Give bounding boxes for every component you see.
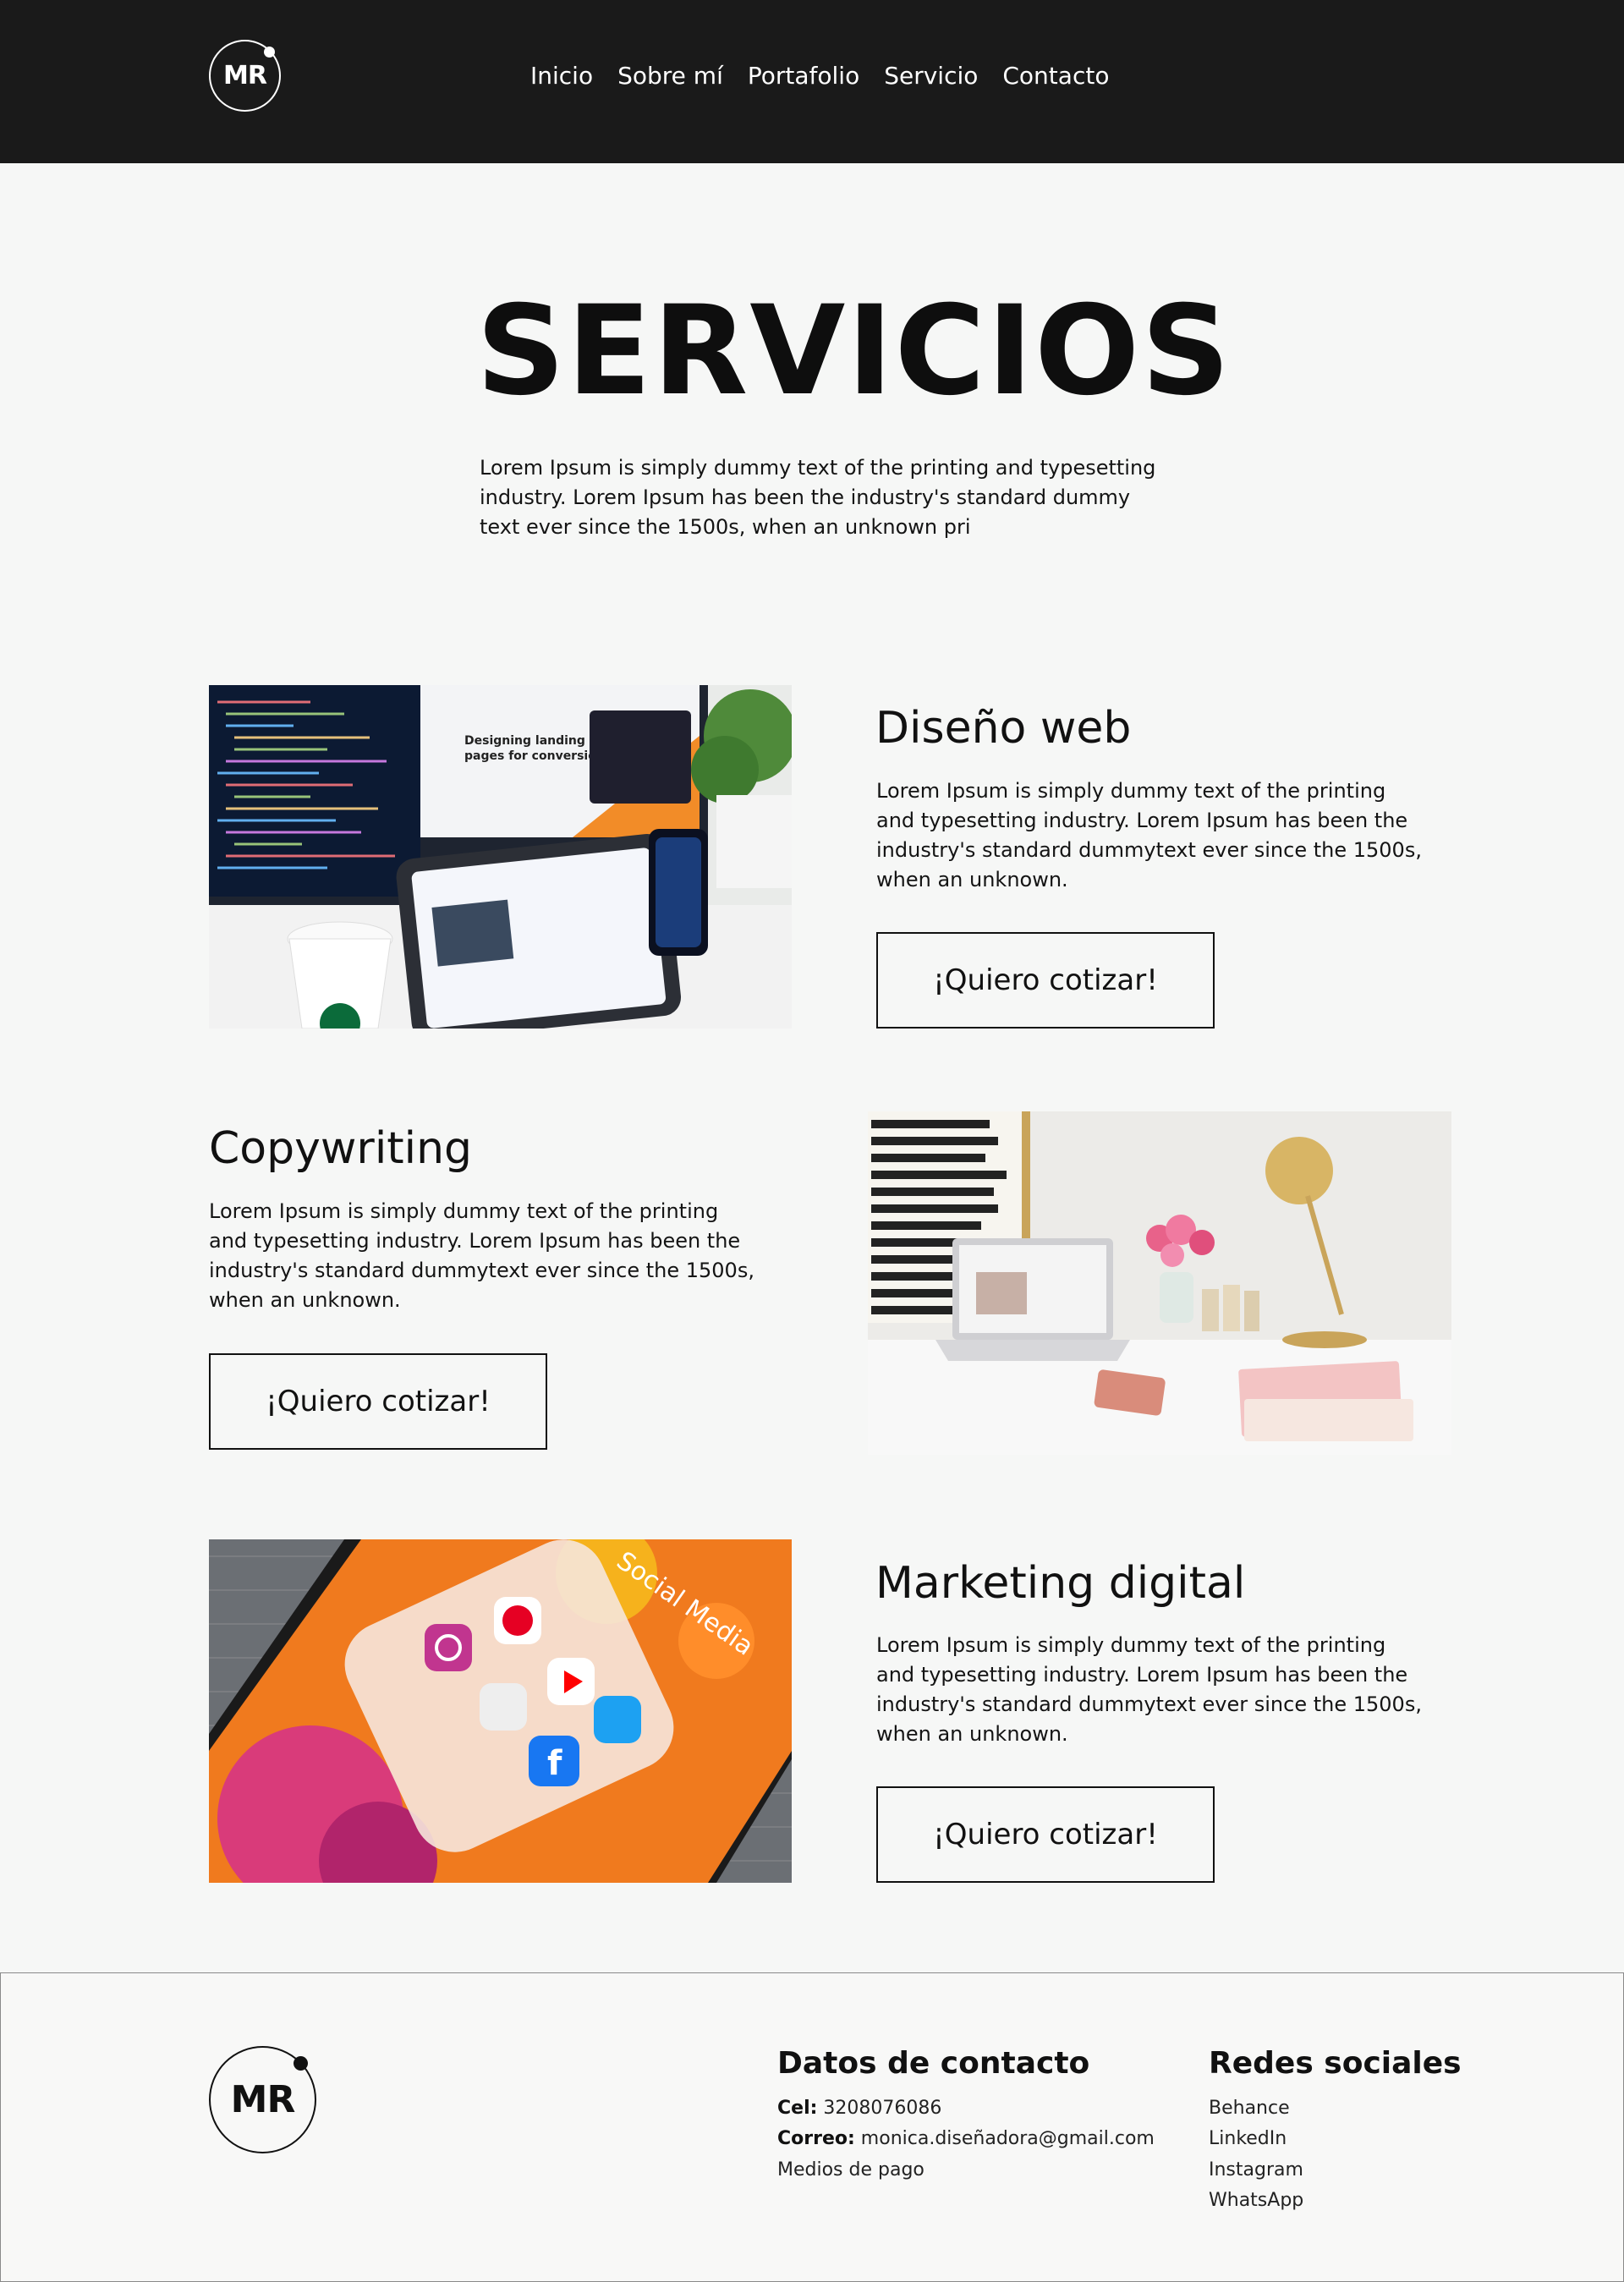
main-nav: Inicio Sobre mí Portafolio Servicio Cont… [530, 59, 1109, 93]
contact-heading: Datos de contacto [777, 2046, 1090, 2081]
nav-link-sobre-mi[interactable]: Sobre mí [617, 59, 723, 93]
contact-email: Correo: monica.diseñadora@gmail.com [777, 2126, 1155, 2152]
nav-link-inicio[interactable]: Inicio [530, 59, 593, 93]
nav-link-servicio[interactable]: Servicio [884, 59, 978, 93]
email-value[interactable]: monica.diseñadora@gmail.com [861, 2128, 1155, 2149]
payment-methods-link[interactable]: Medios de pago [777, 2158, 924, 2183]
marketing-photo: f Social Media [209, 1539, 792, 1883]
service-description-marketing: Lorem Ipsum is simply dummy text of the … [876, 1633, 1422, 1746]
service-title-web-design: Diseño web [875, 703, 1132, 754]
footer-logo-dot-icon [294, 2056, 308, 2071]
svg-text:f: f [547, 1744, 562, 1783]
logo-monogram: MR [223, 61, 267, 91]
top-navigation-bar: MR Inicio Sobre mí Portafolio Servicio C… [0, 0, 1624, 163]
page-title: SERVICIOS [476, 279, 1232, 423]
quote-button-web-design[interactable]: ¡Quiero cotizar! [876, 932, 1215, 1029]
nav-link-contacto[interactable]: Contacto [1002, 59, 1109, 93]
social-heading: Redes sociales [1209, 2046, 1462, 2081]
social-link-linkedin[interactable]: LinkedIn [1209, 2126, 1287, 2152]
service-description-copywriting: Lorem Ipsum is simply dummy text of the … [209, 1199, 754, 1312]
copywriting-illustration [868, 1111, 1451, 1455]
logo-dot-icon [264, 47, 275, 58]
footer: MR Datos de contacto Cel: 3208076086 Cor… [0, 1972, 1624, 2282]
service-title-copywriting: Copywriting [209, 1123, 473, 1174]
social-link-behance[interactable]: Behance [1209, 2096, 1290, 2121]
contact-phone: Cel: 3208076086 [777, 2096, 941, 2121]
service-description-web-design: Lorem Ipsum is simply dummy text of the … [876, 779, 1422, 891]
footer-logo-monogram: MR [230, 2078, 296, 2121]
hero-intro-text: Lorem Ipsum is simply dummy text of the … [480, 456, 1156, 539]
social-link-whatsapp[interactable]: WhatsApp [1209, 2188, 1303, 2213]
footer-logo[interactable]: MR [209, 2046, 316, 2153]
service-title-marketing: Marketing digital [875, 1558, 1246, 1609]
quote-button-copywriting[interactable]: ¡Quiero cotizar! [209, 1353, 547, 1450]
nav-link-portafolio[interactable]: Portafolio [748, 59, 859, 93]
social-link-instagram[interactable]: Instagram [1209, 2158, 1303, 2183]
phone-value: 3208076086 [823, 2098, 942, 2119]
web-design-photo: Designing landing pages for conversion [209, 685, 792, 1029]
email-label: Correo: [777, 2128, 855, 2149]
phone-label: Cel: [777, 2098, 818, 2119]
copywriting-photo [868, 1111, 1451, 1455]
social-media-phone-illustration: f Social Media [209, 1539, 792, 1883]
web-design-illustration: Designing landing pages for conversion [209, 685, 792, 1029]
quote-button-marketing[interactable]: ¡Quiero cotizar! [876, 1786, 1215, 1883]
logo[interactable]: MR [209, 40, 281, 112]
